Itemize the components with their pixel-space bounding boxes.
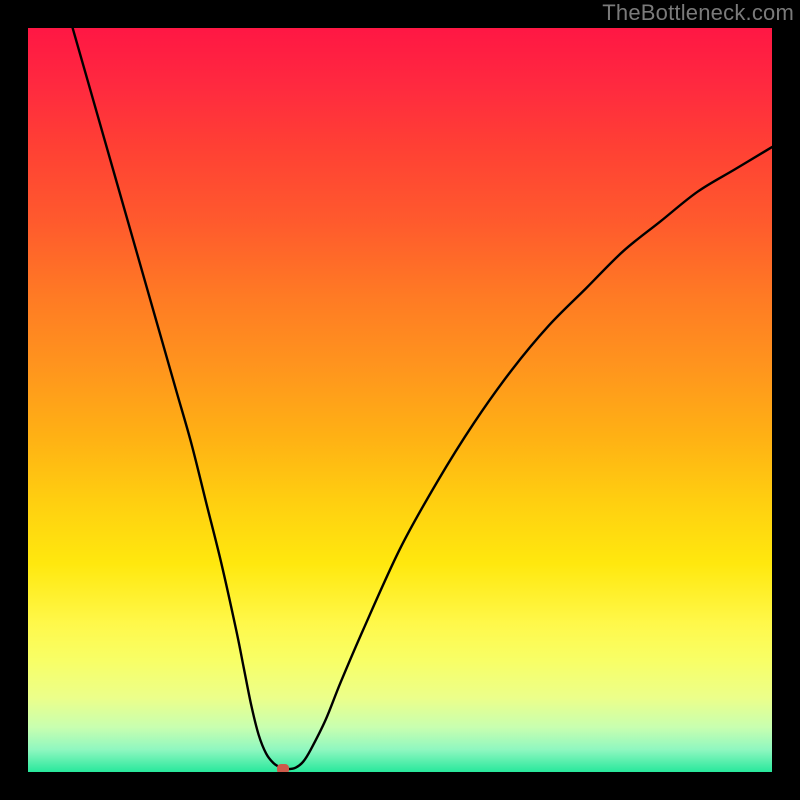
chart-frame: TheBottleneck.com	[0, 0, 800, 800]
bottleneck-curve-line	[73, 28, 772, 769]
curve-svg	[28, 28, 772, 772]
minimum-marker	[277, 764, 289, 772]
watermark-text: TheBottleneck.com	[602, 0, 794, 26]
plot-area	[28, 28, 772, 772]
